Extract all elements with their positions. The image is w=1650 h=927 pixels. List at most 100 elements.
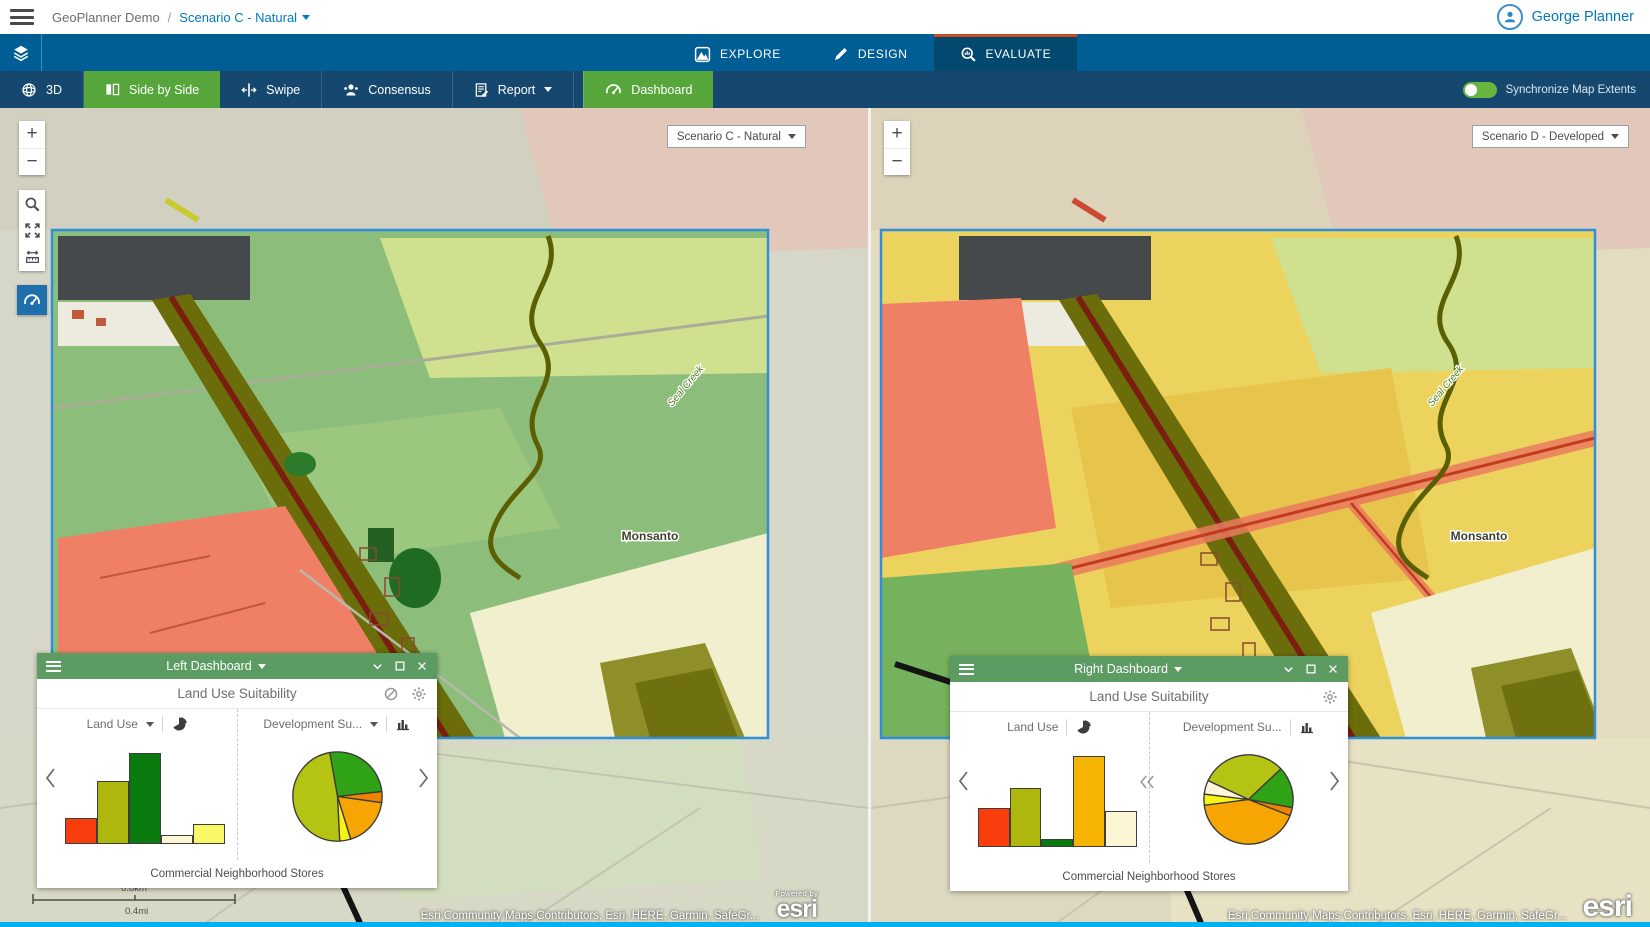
panel-title: Land Use Suitability <box>177 686 296 701</box>
gear-icon[interactable] <box>1322 689 1338 705</box>
monsanto-label: Monsanto <box>1451 529 1508 543</box>
caret-down-icon <box>788 134 796 139</box>
gauge-icon <box>605 81 622 98</box>
zoom-out-button[interactable]: − <box>884 148 910 175</box>
attribution-text: Esri Community Maps Contributors, Esri, … <box>421 910 760 922</box>
evaluate-toolbar: 3D Side by Side Swipe Consensus Report <box>0 71 1650 108</box>
chevron-left-icon[interactable] <box>44 767 57 794</box>
user-menu[interactable]: George Planner <box>1497 4 1634 30</box>
right-attribution: Esri Community Maps Contributors, Esri, … <box>1228 892 1632 922</box>
report-button[interactable]: Report <box>453 71 575 108</box>
left-dashboard-window: Left Dashboard Land Use Suitability <box>37 653 437 888</box>
globe-icon <box>21 82 37 98</box>
breadcrumb-scenario-dropdown[interactable]: Scenario C - Natural <box>179 10 310 25</box>
right-dashboard-titlebar[interactable]: Right Dashboard <box>950 656 1348 682</box>
left-dashboard-titlebar[interactable]: Left Dashboard <box>37 653 437 679</box>
right-dashboard-charts: Land Use Development Su... <box>950 711 1348 863</box>
svg-text:0.4mi: 0.4mi <box>125 906 148 916</box>
report-icon <box>474 82 489 98</box>
swipe-button[interactable]: Swipe <box>220 71 322 108</box>
extent-arrows-icon[interactable] <box>24 222 41 239</box>
caret-down-icon <box>370 722 378 727</box>
right-landuse-bar-chart <box>978 744 1137 847</box>
sync-toggle-on[interactable] <box>1463 82 1497 98</box>
gear-icon[interactable] <box>411 686 427 702</box>
right-scenario-selector[interactable]: Scenario D - Developed <box>1472 125 1629 148</box>
explore-icon <box>694 46 711 63</box>
measure-icon[interactable] <box>24 248 41 265</box>
chevron-right-icon[interactable] <box>1328 770 1341 797</box>
attribution-text: Esri Community Maps Contributors, Esri, … <box>1228 910 1567 922</box>
esri-logo: Powered by esri <box>775 890 818 923</box>
left-scenario-selector[interactable]: Scenario C - Natural <box>667 125 806 148</box>
menu-hamburger-icon[interactable] <box>10 9 34 25</box>
land-use-chart-card: Land Use <box>37 709 237 860</box>
user-name: George Planner <box>1532 9 1634 25</box>
chart-selector[interactable]: Development Su... <box>1150 712 1349 742</box>
right-dashboard-window: Right Dashboard Land Use Suitability <box>950 656 1348 891</box>
close-icon[interactable] <box>1327 663 1339 675</box>
chevron-down-icon[interactable] <box>1282 663 1295 676</box>
left-panel-header: Land Use Suitability <box>37 679 437 708</box>
right-dashboard-title-dropdown[interactable]: Right Dashboard <box>974 662 1282 676</box>
bar-chart-icon[interactable] <box>395 716 411 732</box>
chevron-left-icon[interactable] <box>957 770 970 797</box>
pie-chart-icon[interactable] <box>1075 719 1091 735</box>
magnifier-icon[interactable] <box>24 196 41 213</box>
chart-selector[interactable]: Land Use <box>37 709 237 739</box>
left-attribution: Esri Community Maps Contributors, Esri, … <box>421 890 818 923</box>
chart-selector[interactable]: Land Use <box>950 712 1149 742</box>
bar-chart-icon[interactable] <box>1299 719 1315 735</box>
chart-selector[interactable]: Development Su... <box>238 709 438 739</box>
chevron-right-icon[interactable] <box>417 767 430 794</box>
development-suitability-chart-card: Development Su... <box>237 709 438 860</box>
evaluate-magnifier-icon <box>960 46 977 63</box>
dashboard-tool-active[interactable] <box>17 285 47 315</box>
sync-toggle-label: Synchronize Map Extents <box>1506 84 1636 96</box>
side-by-side-icon <box>105 82 120 97</box>
caret-down-icon <box>258 664 266 669</box>
sync-extents-control: Synchronize Map Extents <box>1463 71 1636 108</box>
caret-down-icon <box>146 722 154 727</box>
left-landuse-bar-chart <box>65 741 225 844</box>
side-by-side-button[interactable]: Side by Side <box>84 71 220 108</box>
left-zoom-controls: + − <box>19 121 45 175</box>
chevron-down-icon[interactable] <box>371 660 384 673</box>
left-dashboard-title-dropdown[interactable]: Left Dashboard <box>61 659 371 673</box>
maximize-icon[interactable] <box>394 660 406 672</box>
bottom-accent-strip <box>0 922 1650 927</box>
caret-down-icon <box>1174 667 1182 672</box>
monsanto-label: Monsanto <box>622 529 679 543</box>
caret-down-icon <box>1611 134 1619 139</box>
consensus-button[interactable]: Consensus <box>322 71 453 108</box>
tab-evaluate[interactable]: EVALUATE <box>934 34 1078 71</box>
close-icon[interactable] <box>416 660 428 672</box>
layers-icon[interactable] <box>0 34 42 71</box>
user-avatar-icon <box>1497 4 1523 30</box>
maximize-icon[interactable] <box>1305 663 1317 675</box>
caret-down-icon <box>302 15 310 20</box>
tab-explore[interactable]: EXPLORE <box>668 34 807 71</box>
dashboard-menu-icon[interactable] <box>959 664 974 675</box>
pie-chart-icon[interactable] <box>171 716 187 732</box>
zoom-out-button[interactable]: − <box>19 148 45 175</box>
visibility-off-icon[interactable] <box>383 686 399 702</box>
esri-logo: esri <box>1583 892 1632 922</box>
right-zoom-controls: + − <box>884 121 910 175</box>
left-map-panel: Monsanto Seal Creek + − <box>0 108 868 927</box>
top-header: GeoPlanner Demo / Scenario C - Natural G… <box>0 0 1650 34</box>
dashboard-menu-icon[interactable] <box>46 661 61 672</box>
zoom-in-button[interactable]: + <box>19 121 45 148</box>
dashboard-button[interactable]: Dashboard <box>583 71 713 108</box>
panel-title: Land Use Suitability <box>1089 689 1208 704</box>
3d-button[interactable]: 3D <box>0 71 84 108</box>
swipe-icon <box>241 82 257 98</box>
left-devsuit-pie-chart <box>289 748 386 845</box>
app-title: GeoPlanner Demo <box>52 10 160 25</box>
caret-down-icon <box>544 87 552 92</box>
double-chevron-left-icon[interactable] <box>1138 774 1156 795</box>
map-area: Monsanto Seal Creek + − <box>0 108 1650 927</box>
zoom-in-button[interactable]: + <box>884 121 910 148</box>
right-panel-header: Land Use Suitability <box>950 682 1348 711</box>
tab-design[interactable]: DESIGN <box>807 34 934 71</box>
